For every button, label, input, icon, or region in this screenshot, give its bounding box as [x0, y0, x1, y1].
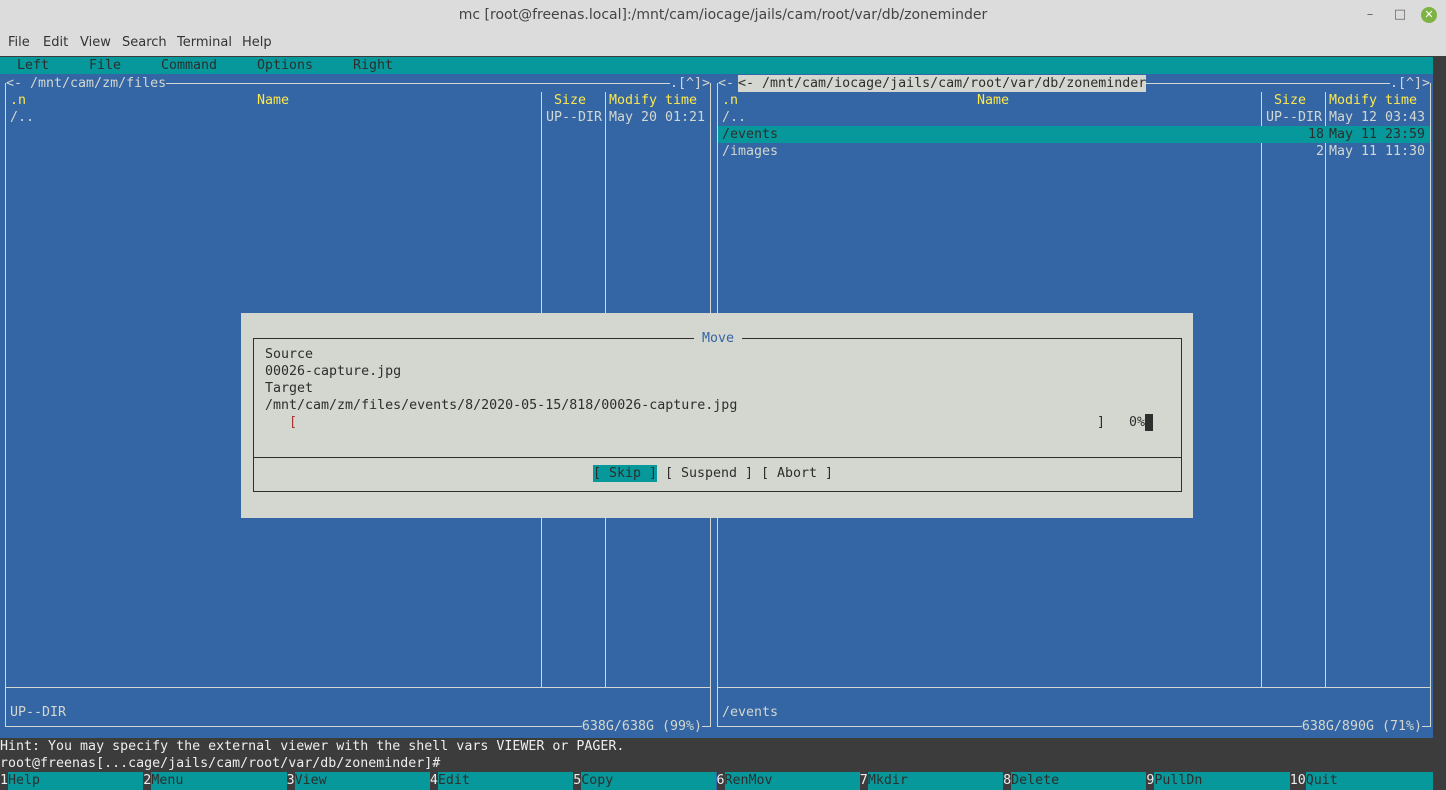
left-panel-status: UP--DIR: [10, 705, 67, 720]
file-size: 2: [1315, 144, 1324, 159]
file-row-selected[interactable]: /events 18 May 11 23:59: [718, 126, 1430, 143]
fkey-menu[interactable]: 2 Menu: [143, 772, 287, 790]
fkey-mkdir[interactable]: 7 Mkdir: [859, 772, 1004, 790]
menu-view[interactable]: View: [80, 35, 111, 50]
target-label: Target: [265, 381, 314, 396]
mc-menu-left[interactable]: Left: [17, 57, 49, 74]
fkey-number: 5: [573, 772, 582, 790]
app-menu-bar: File Edit View Search Terminal Help: [0, 30, 1446, 56]
hint-text: Hint: You may specify the external viewe…: [0, 739, 625, 754]
file-row[interactable]: /.. UP--DIR May 12 03:43: [718, 109, 1430, 126]
fkey-number: 1: [0, 772, 9, 790]
move-dialog: Move Source 00026-capture.jpg Target /mn…: [241, 313, 1193, 518]
col-name[interactable]: Name: [257, 92, 289, 109]
shell-prompt[interactable]: root@freenas[...cage/jails/cam/root/var/…: [0, 755, 1433, 772]
mc-menu-command[interactable]: Command: [161, 57, 217, 74]
maximize-button[interactable]: □: [1392, 7, 1408, 23]
fkey-number: 10: [1289, 772, 1306, 790]
mc-menu-options[interactable]: Options: [257, 57, 313, 74]
right-panel-corner[interactable]: .[^]>: [1389, 75, 1430, 92]
right-panel-path[interactable]: <- /mnt/cam/iocage/jails/cam/root/var/db…: [738, 75, 1147, 92]
progress-percent: 0%: [1129, 415, 1146, 430]
fkey-label: Copy: [581, 772, 717, 790]
fkey-label: Help: [8, 772, 144, 790]
file-size: UP--DIR: [546, 110, 603, 125]
file-name: /images: [722, 144, 779, 159]
window-title-bar: mc [root@freenas.local]:/mnt/cam/iocage/…: [0, 0, 1446, 30]
window-title: mc [root@freenas.local]:/mnt/cam/iocage/…: [458, 7, 988, 23]
suspend-button[interactable]: [ Suspend ]: [665, 465, 753, 482]
fkey-delete[interactable]: 8 Delete: [1003, 772, 1147, 790]
mc-menu-bar: Left File Command Options Right: [0, 57, 1433, 74]
fkey-renmov[interactable]: 6 RenMov: [716, 772, 860, 790]
left-panel-path[interactable]: <- /mnt/cam/zm/files: [6, 75, 167, 92]
menu-terminal[interactable]: Terminal: [177, 35, 232, 50]
right-panel-status: /events: [722, 705, 779, 720]
skip-button[interactable]: [ Skip ]: [593, 465, 658, 482]
cursor: [1145, 414, 1153, 431]
fkey-help[interactable]: 1 Help: [0, 772, 144, 790]
fkey-quit[interactable]: 10 Quit: [1289, 772, 1433, 790]
col-mtime[interactable]: Modify time: [1329, 92, 1417, 109]
fkey-number: 2: [143, 772, 152, 790]
fkey-label: PullDn: [1154, 772, 1290, 790]
fkey-edit[interactable]: 4 Edit: [429, 772, 574, 790]
mc-menu-right[interactable]: Right: [353, 57, 393, 74]
progress-close: ]: [1097, 415, 1106, 430]
file-name: /events: [722, 127, 779, 142]
file-mtime: May 12 03:43: [1329, 110, 1426, 125]
progress-open: [: [289, 415, 298, 430]
fkey-label: Quit: [1305, 772, 1433, 790]
file-mtime: May 11 23:59: [1329, 127, 1426, 142]
menu-file[interactable]: File: [8, 35, 30, 50]
fkey-view[interactable]: 3 View: [286, 772, 430, 790]
left-panel-corner[interactable]: .[^]>: [669, 75, 710, 92]
fkey-label: RenMov: [724, 772, 860, 790]
fkey-number: 4: [429, 772, 438, 790]
fkey-label: View: [294, 772, 430, 790]
close-button[interactable]: ✕: [1421, 7, 1437, 23]
fkey-number: 8: [1003, 772, 1012, 790]
dialog-title: Move: [694, 330, 743, 347]
menu-search[interactable]: Search: [122, 35, 167, 50]
source-file: 00026-capture.jpg: [265, 364, 402, 379]
fkey-number: 9: [1146, 772, 1155, 790]
fkey-label: Delete: [1011, 772, 1147, 790]
file-mtime: May 11 11:30: [1329, 144, 1426, 159]
menu-help[interactable]: Help: [242, 35, 272, 50]
file-mtime: May 20 01:21: [609, 110, 706, 125]
col-n[interactable]: .n: [722, 92, 738, 109]
col-size[interactable]: Size: [1274, 92, 1306, 109]
minimize-button[interactable]: –: [1362, 7, 1378, 23]
file-row[interactable]: /images 2 May 11 11:30: [718, 143, 1430, 160]
fkey-number: 3: [286, 772, 295, 790]
col-name[interactable]: Name: [977, 92, 1009, 109]
fkey-number: 6: [716, 772, 725, 790]
target-path: /mnt/cam/zm/files/events/8/2020-05-15/81…: [265, 398, 738, 413]
mc-menu-file[interactable]: File: [89, 57, 121, 74]
fkey-copy[interactable]: 5 Copy: [573, 772, 717, 790]
fkey-label: Mkdir: [867, 772, 1004, 790]
file-name: /..: [10, 110, 35, 125]
col-mtime[interactable]: Modify time: [609, 92, 697, 109]
col-n[interactable]: .n: [10, 92, 26, 109]
file-name: /..: [722, 110, 747, 125]
fkey-label: Edit: [437, 772, 574, 790]
fkey-pulldn[interactable]: 9 PullDn: [1146, 772, 1290, 790]
col-size[interactable]: Size: [554, 92, 586, 109]
file-size: UP--DIR: [1266, 110, 1323, 125]
menu-edit[interactable]: Edit: [43, 35, 68, 50]
fkey-label: Menu: [151, 772, 287, 790]
left-panel-free: 638G/638G (99%): [581, 718, 702, 735]
hint-area: Hint: You may specify the external viewe…: [0, 738, 1433, 772]
file-row[interactable]: /.. UP--DIR May 20 01:21: [6, 109, 710, 126]
fkey-number: 7: [859, 772, 868, 790]
file-size: 18: [1307, 127, 1324, 142]
right-panel-free: 638G/890G (71%): [1301, 718, 1422, 735]
abort-button[interactable]: [ Abort ]: [761, 465, 833, 482]
source-label: Source: [265, 347, 314, 362]
